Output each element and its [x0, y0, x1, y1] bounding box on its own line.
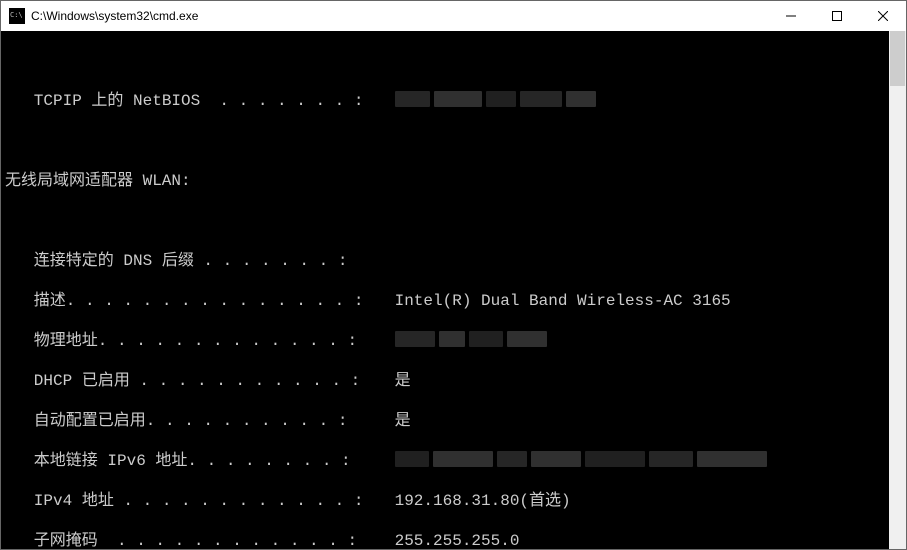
- value-ipv6-ll: [385, 451, 771, 471]
- label-ipv4: IPv4 地址 . . . . . . . . . . . . :: [5, 491, 385, 511]
- label-dns-suffix: 连接特定的 DNS 后缀 . . . . . . . :: [5, 251, 385, 271]
- label-phys-addr: 物理地址. . . . . . . . . . . . . :: [5, 331, 385, 351]
- cmd-icon: [9, 8, 25, 24]
- value-phys-addr: [385, 331, 551, 351]
- maximize-button[interactable]: [814, 1, 860, 31]
- window-controls: [768, 1, 906, 31]
- value-auto-config: 是: [385, 411, 411, 431]
- label-subnet: 子网掩码 . . . . . . . . . . . . :: [5, 531, 385, 549]
- label-auto-config: 自动配置已启用. . . . . . . . . . :: [5, 411, 385, 431]
- vertical-scrollbar[interactable]: [889, 31, 906, 549]
- close-button[interactable]: [860, 1, 906, 31]
- label-description: 描述. . . . . . . . . . . . . . . :: [5, 291, 385, 311]
- value-ipv4: 192.168.31.80(首选): [385, 491, 571, 511]
- titlebar[interactable]: C:\Windows\system32\cmd.exe: [1, 1, 906, 31]
- label-ipv6-ll: 本地链接 IPv6 地址. . . . . . . . :: [5, 451, 385, 471]
- label-dhcp-enabled: DHCP 已启用 . . . . . . . . . . . :: [5, 371, 385, 391]
- terminal-output[interactable]: TCPIP 上的 NetBIOS . . . . . . . : 无线局域网适配…: [1, 31, 889, 549]
- cmd-window: C:\Windows\system32\cmd.exe TCPIP 上的 Net…: [0, 0, 907, 550]
- scrollbar-thumb[interactable]: [890, 31, 905, 86]
- section-header-wlan: 无线局域网适配器 WLAN:: [5, 171, 191, 191]
- value-netbios-top: [385, 91, 600, 111]
- label-netbios-top: TCPIP 上的 NetBIOS . . . . . . . :: [5, 91, 385, 111]
- minimize-button[interactable]: [768, 1, 814, 31]
- value-dhcp-enabled: 是: [385, 371, 411, 391]
- client-area: TCPIP 上的 NetBIOS . . . . . . . : 无线局域网适配…: [1, 31, 906, 549]
- value-subnet: 255.255.255.0: [385, 531, 519, 549]
- window-title: C:\Windows\system32\cmd.exe: [31, 9, 768, 23]
- value-description: Intel(R) Dual Band Wireless-AC 3165: [385, 291, 731, 311]
